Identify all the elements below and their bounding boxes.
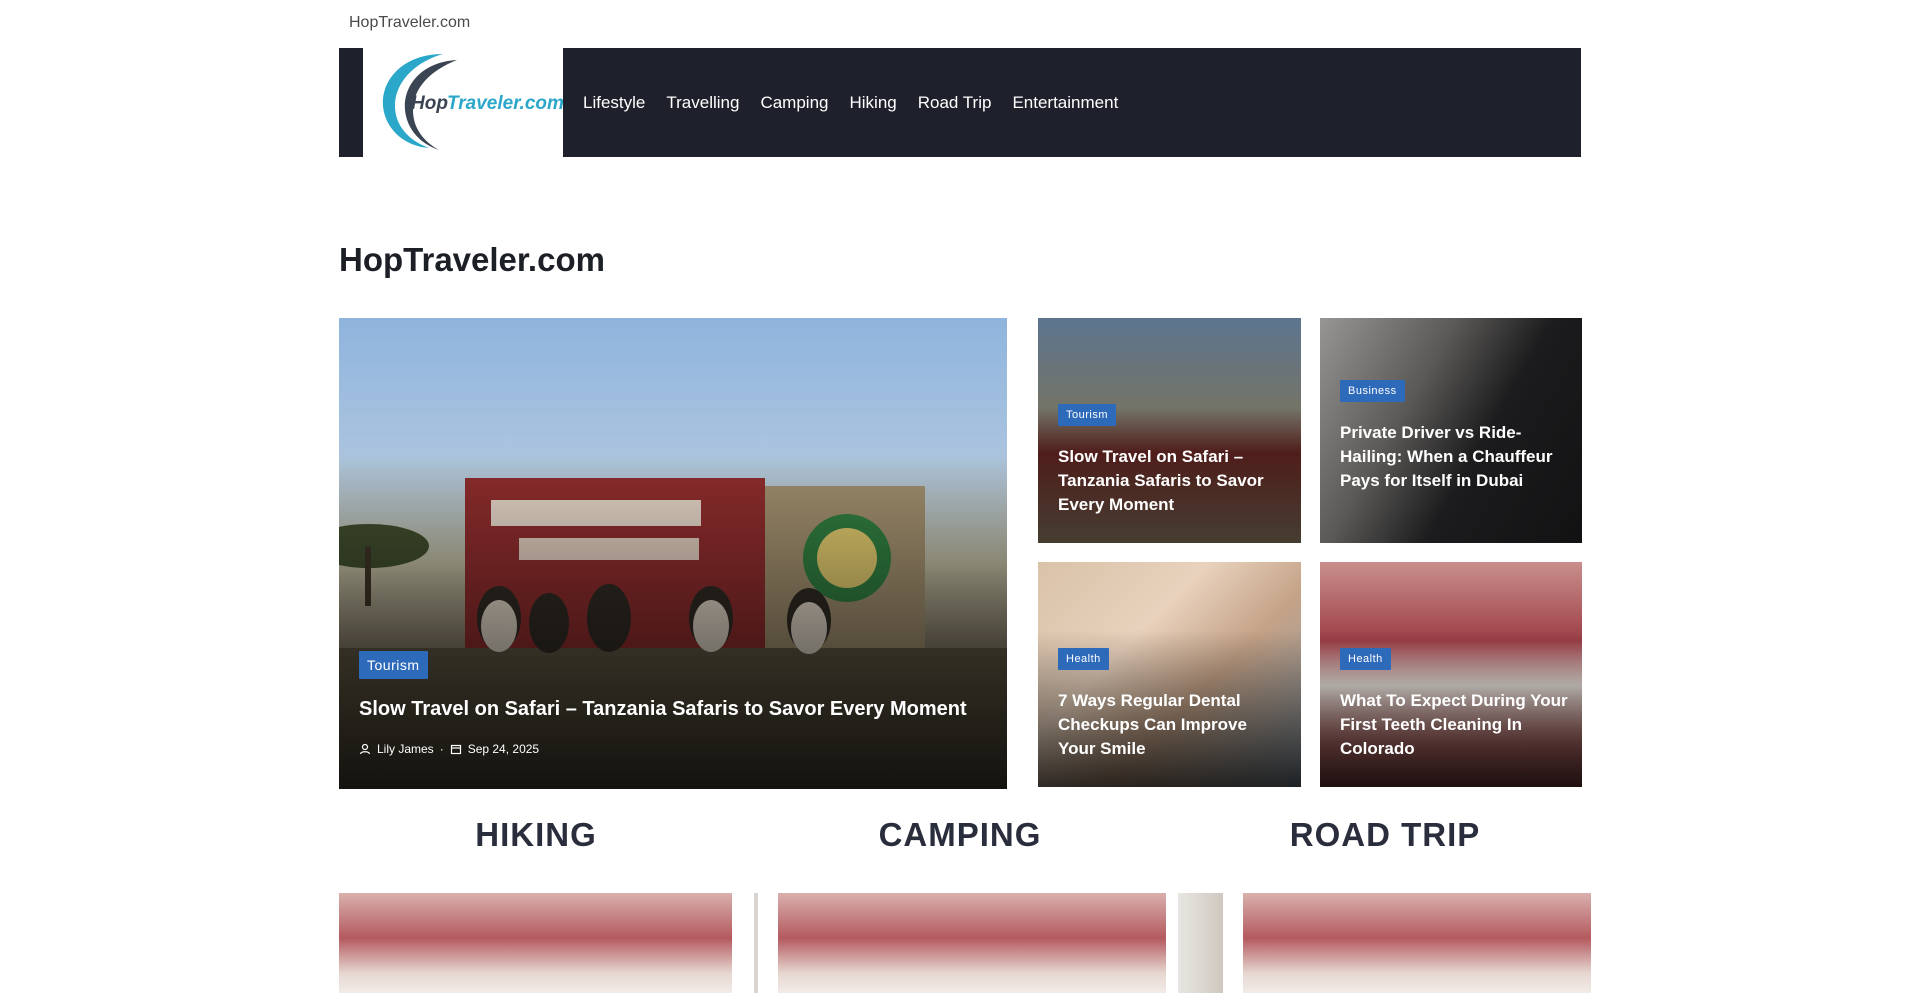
post-title[interactable]: Slow Travel on Safari – Tanzania Safaris…: [359, 697, 989, 721]
nav-item-entertainment[interactable]: Entertainment: [1012, 93, 1118, 113]
main-navigation: Hop Traveler.com Lifestyle Travelling Ca…: [339, 48, 1581, 157]
svg-text:Hop: Hop: [411, 93, 448, 114]
post-date: Sep 24, 2025: [467, 742, 540, 756]
section-thumbnail[interactable]: [1243, 893, 1591, 993]
featured-post-card[interactable]: Business Private Driver vs Ride-Hailing:…: [1320, 318, 1582, 543]
svg-text:Traveler.com: Traveler.com: [447, 93, 563, 114]
meta-separator: ·: [439, 742, 444, 756]
nav-item-camping[interactable]: Camping: [760, 93, 828, 113]
category-badge[interactable]: Health: [1340, 648, 1391, 670]
post-title[interactable]: Private Driver vs Ride-Hailing: When a C…: [1340, 421, 1570, 493]
featured-post-card[interactable]: Health What To Expect During Your First …: [1320, 562, 1582, 787]
page-title: HopTraveler.com: [339, 241, 605, 278]
category-badge[interactable]: Tourism: [1058, 404, 1117, 426]
site-title-link[interactable]: HopTraveler.com: [349, 14, 470, 32]
nav-item-hiking[interactable]: Hiking: [850, 93, 897, 113]
user-icon: [359, 743, 371, 755]
post-title[interactable]: Slow Travel on Safari – Tanzania Safaris…: [1058, 445, 1288, 517]
nav-item-road-trip[interactable]: Road Trip: [918, 93, 992, 113]
logo-swoosh-icon: Hop Traveler.com: [382, 54, 563, 150]
section-thumbnail-sliver: [1178, 893, 1223, 993]
featured-post-card[interactable]: Tourism Slow Travel on Safari – Tanzania…: [1038, 318, 1301, 543]
section-thumbnail[interactable]: [778, 893, 1166, 993]
featured-post-main[interactable]: Tourism Slow Travel on Safari – Tanzania…: [339, 318, 1007, 789]
site-logo[interactable]: Hop Traveler.com: [363, 48, 563, 157]
nav-item-lifestyle[interactable]: Lifestyle: [583, 93, 645, 113]
category-badge[interactable]: Tourism: [359, 651, 428, 679]
section-title-camping[interactable]: CAMPING: [758, 816, 1162, 854]
section-thumbnail-sliver: [754, 893, 758, 993]
section-title-road-trip[interactable]: ROAD TRIP: [1188, 816, 1582, 854]
category-badge[interactable]: Health: [1058, 648, 1109, 670]
calendar-icon: [450, 744, 461, 755]
section-title-hiking[interactable]: HIKING: [339, 816, 733, 854]
post-author[interactable]: Lily James: [377, 742, 434, 756]
featured-post-card[interactable]: Health 7 Ways Regular Dental Checkups Ca…: [1038, 562, 1301, 787]
nav-item-travelling[interactable]: Travelling: [666, 93, 739, 113]
nav-menu: Lifestyle Travelling Camping Hiking Road…: [583, 48, 1118, 157]
post-title[interactable]: 7 Ways Regular Dental Checkups Can Impro…: [1058, 689, 1288, 761]
section-thumbnail[interactable]: [339, 893, 732, 993]
post-meta: Lily James · Sep 24, 2025: [359, 742, 539, 756]
post-title[interactable]: What To Expect During Your First Teeth C…: [1340, 689, 1570, 761]
category-badge[interactable]: Business: [1340, 380, 1405, 402]
